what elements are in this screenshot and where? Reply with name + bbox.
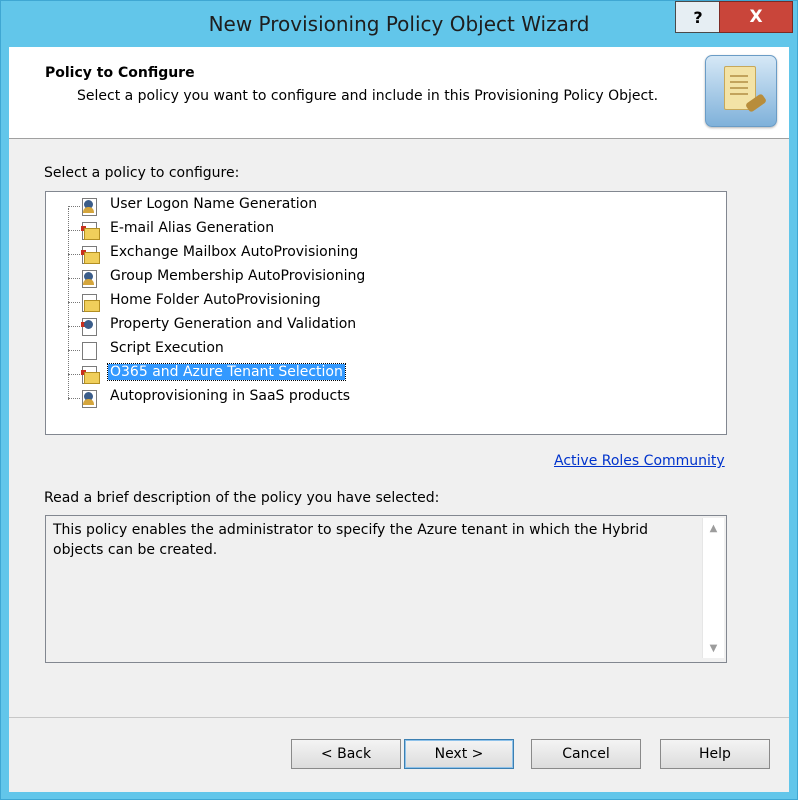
tree-item[interactable]: Script Execution [46,338,646,362]
wizard-window: New Provisioning Policy Object Wizard ? … [0,0,798,800]
title-help-button[interactable]: ? [675,1,721,33]
tree-item[interactable]: Autoprovisioning in SaaS products [46,386,646,410]
tree-item[interactable]: User Logon Name Generation [46,194,646,218]
page-subtitle: Select a policy you want to configure an… [77,88,659,104]
tree-item-label[interactable]: Exchange Mailbox AutoProvisioning [108,244,360,260]
active-roles-community-link[interactable]: Active Roles Community [554,453,725,469]
description-scrollbar[interactable]: ▲ ▼ [702,518,724,658]
close-button[interactable]: X [719,1,793,33]
mail-doc-icon [80,221,100,240]
tree-item[interactable]: Home Folder AutoProvisioning [46,290,646,314]
wizard-body: Policy to Configure Select a policy you … [9,47,789,792]
title-bar[interactable]: New Provisioning Policy Object Wizard ? … [1,1,797,47]
tree-item[interactable]: Group Membership AutoProvisioning [46,266,646,290]
tree-item-label[interactable]: E-mail Alias Generation [108,220,276,236]
back-button[interactable]: < Back [291,739,401,769]
script-doc-icon [80,341,98,360]
description-box[interactable]: This policy enables the administrator to… [45,515,727,663]
tree-item-label[interactable]: Autoprovisioning in SaaS products [108,388,352,404]
tree-item-selected[interactable]: O365 and Azure Tenant Selection [46,362,646,386]
cancel-button[interactable]: Cancel [531,739,641,769]
tree-item[interactable]: Exchange Mailbox AutoProvisioning [46,242,646,266]
folder-doc-icon [80,293,100,312]
policy-tree[interactable]: User Logon Name Generation E-mail Alias … [45,191,727,435]
footer-divider [9,717,789,718]
description-label: Read a brief description of the policy y… [44,490,440,506]
group-doc-icon [80,269,98,288]
tree-item-label[interactable]: Script Execution [108,340,226,356]
wizard-header: Policy to Configure Select a policy you … [9,47,789,139]
user-doc-icon [80,197,98,216]
policy-scroll-icon [705,55,777,127]
policy-list-label: Select a policy to configure: [44,165,240,181]
tree-item-label[interactable]: Home Folder AutoProvisioning [108,292,323,308]
tenant-doc-icon [80,365,100,384]
scroll-down-icon[interactable]: ▼ [703,638,724,658]
help-button[interactable]: Help [660,739,770,769]
tree-item-label[interactable]: Property Generation and Validation [108,316,358,332]
property-doc-icon [80,317,98,336]
mailbox-doc-icon [80,245,100,264]
description-text: This policy enables the administrator to… [53,522,648,558]
saas-doc-icon [80,389,98,408]
tree-item[interactable]: E-mail Alias Generation [46,218,646,242]
tree-item-label[interactable]: Group Membership AutoProvisioning [108,268,367,284]
next-button[interactable]: Next > [404,739,514,769]
tree-item-label[interactable]: O365 and Azure Tenant Selection [107,363,346,381]
tree-item[interactable]: Property Generation and Validation [46,314,646,338]
scroll-up-icon[interactable]: ▲ [703,518,724,538]
tree-item-label[interactable]: User Logon Name Generation [108,196,319,212]
page-title: Policy to Configure [45,65,195,81]
